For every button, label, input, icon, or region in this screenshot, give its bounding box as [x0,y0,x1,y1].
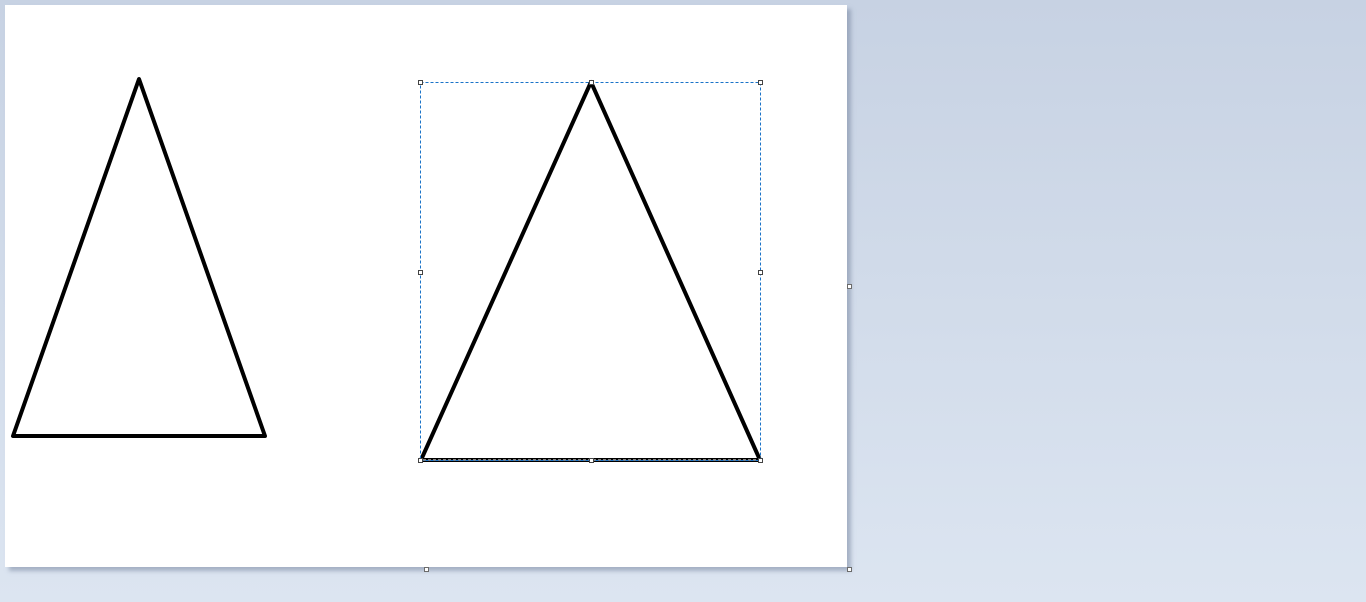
selection-handle-left[interactable] [418,270,423,275]
shape-layer [11,77,762,462]
selection-handle-bottom[interactable] [589,458,594,463]
selection-handle-top[interactable] [589,80,594,85]
triangle-shape-selected[interactable] [419,80,762,462]
selection-handle-right[interactable] [758,270,763,275]
selection-handle-bottom-left[interactable] [418,458,423,463]
selection-box[interactable] [420,82,761,461]
selection-handle-top-left[interactable] [418,80,423,85]
canvas-resize-handle-bottom[interactable] [424,567,429,572]
selection-handle-bottom-right[interactable] [758,458,763,463]
selection-handle-top-right[interactable] [758,80,763,85]
canvas-resize-handle-right[interactable] [847,284,852,289]
triangle-shape[interactable] [11,77,267,438]
canvas-resize-handle-corner[interactable] [847,567,852,572]
paint-workspace [0,0,1366,602]
